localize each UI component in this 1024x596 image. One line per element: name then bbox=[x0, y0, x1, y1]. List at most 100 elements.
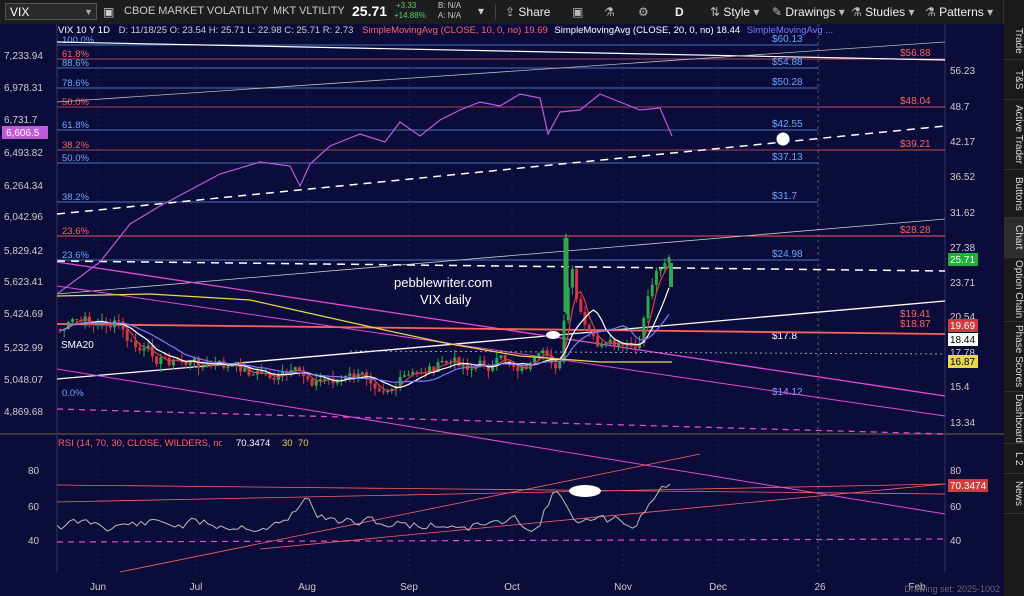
chevron-down-icon: ▾ bbox=[983, 5, 994, 19]
drawings-button[interactable]: ✎ Drawings ▾ bbox=[772, 3, 845, 21]
style-button[interactable]: ⇅ Style ▾ bbox=[710, 3, 759, 21]
pencil-icon: ✎ bbox=[772, 5, 786, 19]
menu-icon[interactable]: ▾ bbox=[478, 4, 484, 18]
price-tag-label: 16.87 bbox=[950, 357, 975, 368]
symbol-selector[interactable]: VIX ▼ bbox=[5, 3, 97, 20]
fib-value-label: $42.55 bbox=[772, 119, 803, 130]
right-axis-label: 42.17 bbox=[950, 137, 975, 148]
rsi-axis-left: 60 bbox=[28, 502, 40, 513]
fib-percent-label: 61.8% bbox=[62, 120, 89, 131]
side-tab-l-2[interactable]: L 2 bbox=[1004, 444, 1024, 474]
time-axis-bg bbox=[0, 572, 984, 596]
rsi-label: RSI (14, 70, 30, CLOSE, WILDERS, no) bbox=[58, 438, 227, 449]
fib-percent-label: 0.0% bbox=[62, 388, 84, 399]
candle-body bbox=[306, 376, 310, 380]
watermark-site: pebblewriter.com bbox=[394, 275, 492, 290]
price-tag-label: 25.71 bbox=[950, 255, 975, 266]
candle-body bbox=[554, 363, 558, 369]
left-axis-label: 5,232.99 bbox=[4, 343, 43, 354]
candle-body bbox=[129, 340, 133, 342]
candle-body bbox=[155, 356, 159, 365]
short-name: MKT VLTILITY bbox=[273, 5, 345, 17]
side-tab-active-trader[interactable]: Active Trader bbox=[1004, 100, 1024, 170]
candle-body bbox=[142, 348, 146, 351]
month-label: Dec bbox=[709, 582, 727, 593]
candle-body bbox=[646, 296, 650, 319]
candle-body bbox=[570, 269, 574, 288]
change-percent: +14.88% bbox=[394, 11, 426, 20]
flag-icon[interactable]: ▣ bbox=[103, 5, 114, 19]
side-tab-buttons[interactable]: Buttons bbox=[1004, 170, 1024, 218]
flask-icon: ⚗ bbox=[604, 5, 615, 19]
side-tab-dashboard[interactable]: Dashboard bbox=[1004, 392, 1024, 444]
month-label: Jul bbox=[190, 582, 203, 593]
candle-body bbox=[323, 379, 327, 381]
fib-percent-label: 78.6% bbox=[62, 78, 89, 89]
candle-body bbox=[587, 324, 591, 332]
candle-body bbox=[512, 364, 516, 367]
side-tab-trade[interactable]: Trade bbox=[1004, 22, 1024, 60]
style-icon: ⇅ bbox=[710, 5, 724, 19]
candle-body bbox=[108, 325, 112, 328]
candle-body bbox=[381, 391, 385, 393]
fib-value-label: $54.88 bbox=[772, 57, 803, 68]
left-axis-label: 5,829.42 bbox=[4, 246, 43, 257]
candle-body bbox=[377, 388, 381, 392]
side-tab-option-chain[interactable]: Option Chain bbox=[1004, 258, 1024, 322]
left-axis-label: 6,731.7 bbox=[4, 115, 38, 126]
left-axis-label: 5,048.07 bbox=[4, 375, 43, 386]
fib-percent-label: 23.6% bbox=[62, 226, 89, 237]
fib-value-label: $24.98 bbox=[772, 249, 803, 260]
patterns-button[interactable]: ⚗ Patterns ▾ bbox=[925, 3, 993, 21]
sma10-label[interactable]: SimpleMovingAvg (CLOSE, 10, 0, no) bbox=[362, 25, 521, 36]
share-label: Share bbox=[518, 5, 551, 19]
candle-body bbox=[201, 366, 205, 368]
last-price: 25.71 bbox=[352, 3, 388, 19]
rsi-overbought: 30 bbox=[282, 438, 293, 449]
share-button[interactable]: ⇪ Share bbox=[505, 3, 550, 21]
period-button[interactable]: D bbox=[675, 3, 684, 21]
candle-body bbox=[600, 344, 604, 347]
rsi-axis-left: 40 bbox=[28, 536, 40, 547]
month-label: Oct bbox=[504, 582, 520, 593]
candle-body bbox=[499, 355, 503, 359]
sma-more-label[interactable]: SimpleMovingAvg ... bbox=[747, 25, 833, 36]
right-axis-label: 31.62 bbox=[950, 208, 975, 219]
candle-body bbox=[293, 367, 297, 370]
flask-button[interactable]: ⚗ bbox=[604, 3, 615, 21]
candle-body bbox=[92, 324, 96, 326]
chart-header: VIX 10 Y 1D bbox=[58, 25, 110, 36]
right-axis-label: 15.4 bbox=[950, 382, 970, 393]
candle-body bbox=[96, 323, 100, 326]
settings-button[interactable]: ⚙ bbox=[638, 3, 649, 21]
chart-background bbox=[0, 24, 1004, 596]
fib-value-label: $56.88 bbox=[900, 48, 931, 59]
candle-body bbox=[134, 341, 138, 348]
candle-body bbox=[159, 357, 163, 365]
screenshot-button[interactable]: ▣ bbox=[572, 3, 583, 21]
candle-body bbox=[314, 380, 318, 386]
candle-body bbox=[117, 320, 121, 322]
fib-percent-label: 38.2% bbox=[62, 140, 89, 151]
candle-body bbox=[348, 373, 352, 377]
ohlc-readout: D: 11/18/25 O: 23.54 H: 25.71 L: 22.98 C… bbox=[118, 25, 354, 36]
rsi-value: 70.3474 bbox=[236, 438, 270, 449]
fib-value-label: $37.13 bbox=[772, 152, 803, 163]
fib-percent-label: 23.6% bbox=[62, 250, 89, 261]
price-chart[interactable]: 100.0% $60.1361.8% $56.8888.6% $54.8878.6% $… bbox=[0, 24, 1004, 596]
candle-body bbox=[596, 336, 600, 347]
month-label: Jun bbox=[90, 582, 106, 593]
side-tab-news[interactable]: News bbox=[1004, 474, 1024, 514]
side-tab-t-s[interactable]: T&S bbox=[1004, 60, 1024, 100]
month-label: Sep bbox=[400, 582, 418, 593]
studies-label: Studies bbox=[865, 5, 906, 19]
candle-body bbox=[579, 298, 583, 312]
candle-body bbox=[75, 319, 79, 321]
fib-value-label: $31.7 bbox=[772, 191, 797, 202]
side-tab-chart[interactable]: Chart bbox=[1004, 218, 1024, 258]
sma20-label[interactable]: SimpleMovingAvg (CLOSE, 20, 0, no) bbox=[554, 25, 713, 36]
share-icon: ⇪ bbox=[505, 5, 519, 19]
studies-button[interactable]: ⚗ Studies ▾ bbox=[851, 3, 914, 21]
study-info-bar: VIX 10 Y 1D D: 11/18/25 O: 23.54 H: 25.7… bbox=[58, 25, 833, 36]
side-tab-phase-scores[interactable]: Phase Scores bbox=[1004, 322, 1024, 392]
